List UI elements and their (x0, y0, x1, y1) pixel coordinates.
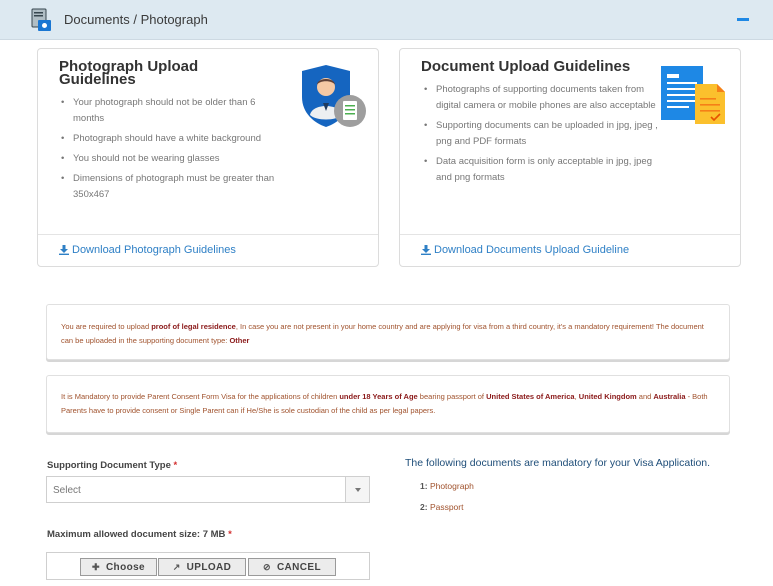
collapse-minus-icon[interactable] (737, 18, 749, 21)
download-documents-guideline-label: Download Documents Upload Guideline (434, 244, 630, 256)
notice-emphasis: Australia (653, 392, 686, 401)
upload-button[interactable]: ↗ UPLOAD (158, 558, 246, 576)
download-photo-guidelines-link[interactable]: Download Photograph Guidelines (59, 244, 236, 256)
mandatory-doc-name: Passport (429, 502, 464, 512)
photo-guidelines-list: Your photograph should not be older than… (60, 95, 285, 207)
parent-consent-notice: It is Mandatory to provide Parent Consen… (46, 375, 730, 433)
cancel-icon: ⊘ (262, 561, 271, 572)
choose-label: Choose (105, 561, 146, 573)
max-size-label: Maximum allowed document size: 7 MB * (47, 529, 232, 540)
doc-type-select[interactable]: Select (46, 476, 370, 503)
list-item: You should not be wearing glasses (60, 151, 285, 167)
download-icon (59, 245, 69, 255)
cancel-button[interactable]: ⊘ CANCEL (248, 558, 336, 576)
mandatory-doc-number: 2: (420, 502, 428, 512)
mandatory-docs-title: The following documents are mandatory fo… (405, 457, 711, 469)
list-item: Photograph should have a white backgroun… (60, 131, 285, 147)
photo-guidelines-icon (302, 65, 366, 127)
doc-type-select-value: Select (53, 485, 81, 496)
mandatory-doc-number: 1: (420, 481, 428, 491)
notice-emphasis: under 18 Years of Age (339, 392, 418, 401)
notice-emphasis: Other (229, 336, 250, 345)
document-stack-icon (661, 66, 725, 124)
legal-residence-notice: You are required to upload proof of lega… (46, 304, 730, 360)
photo-guidelines-title: Photograph Upload Guidelines (59, 58, 199, 88)
doc-type-label: Supporting Document Type * (47, 460, 177, 471)
list-item: Photographs of supporting documents take… (423, 82, 663, 114)
chevron-down-icon[interactable] (345, 477, 369, 502)
mandatory-doc-item: 2: Passport (420, 502, 463, 512)
cancel-label: CANCEL (276, 561, 322, 573)
plus-icon: ✚ (91, 561, 100, 572)
document-guidelines-title: Document Upload Guidelines (421, 58, 631, 75)
panel-header: Documents / Photograph (0, 0, 773, 40)
panel-title: Documents / Photograph (64, 12, 208, 27)
doc-type-label-text: Supporting Document Type (47, 460, 171, 471)
list-item: Supporting documents can be uploaded in … (423, 118, 663, 150)
notice-emphasis: United Kingdom (578, 392, 637, 401)
list-item: Your photograph should not be older than… (60, 95, 285, 127)
upload-arrow-icon: ↗ (172, 561, 181, 572)
file-upload-bar: ✚ Choose ↗ UPLOAD ⊘ CANCEL (46, 552, 370, 580)
download-photo-guidelines-label: Download Photograph Guidelines (72, 244, 236, 256)
download-icon (421, 245, 431, 255)
photo-guidelines-card: Photograph Upload Guidelines Your photog… (37, 48, 379, 267)
upload-label: UPLOAD (186, 561, 232, 573)
list-item: Data acquisition form is only acceptable… (423, 154, 663, 186)
mandatory-doc-name: Photograph (429, 481, 474, 491)
required-mark: * (228, 529, 232, 540)
choose-button[interactable]: ✚ Choose (80, 558, 157, 576)
max-size-label-text: Maximum allowed document size: 7 MB (47, 529, 226, 540)
notice-emphasis: United States of America (486, 392, 575, 401)
download-documents-guideline-link[interactable]: Download Documents Upload Guideline (421, 244, 629, 256)
mandatory-doc-item: 1: Photograph (420, 481, 474, 491)
document-photo-icon (31, 8, 51, 31)
notice-text: and (636, 392, 654, 401)
notice-text: bearing passport of (417, 392, 487, 401)
divider (400, 234, 740, 235)
document-guidelines-list: Photographs of supporting documents take… (423, 82, 663, 190)
notice-emphasis: proof of legal residence (151, 322, 236, 331)
document-guidelines-card: Document Upload Guidelines Photographs o… (399, 48, 741, 267)
divider (38, 234, 378, 235)
notice-text: It is Mandatory to provide Parent Consen… (61, 392, 340, 401)
required-mark: * (173, 460, 178, 471)
list-item: Dimensions of photograph must be greater… (60, 171, 285, 203)
notice-text: You are required to upload (61, 322, 152, 331)
